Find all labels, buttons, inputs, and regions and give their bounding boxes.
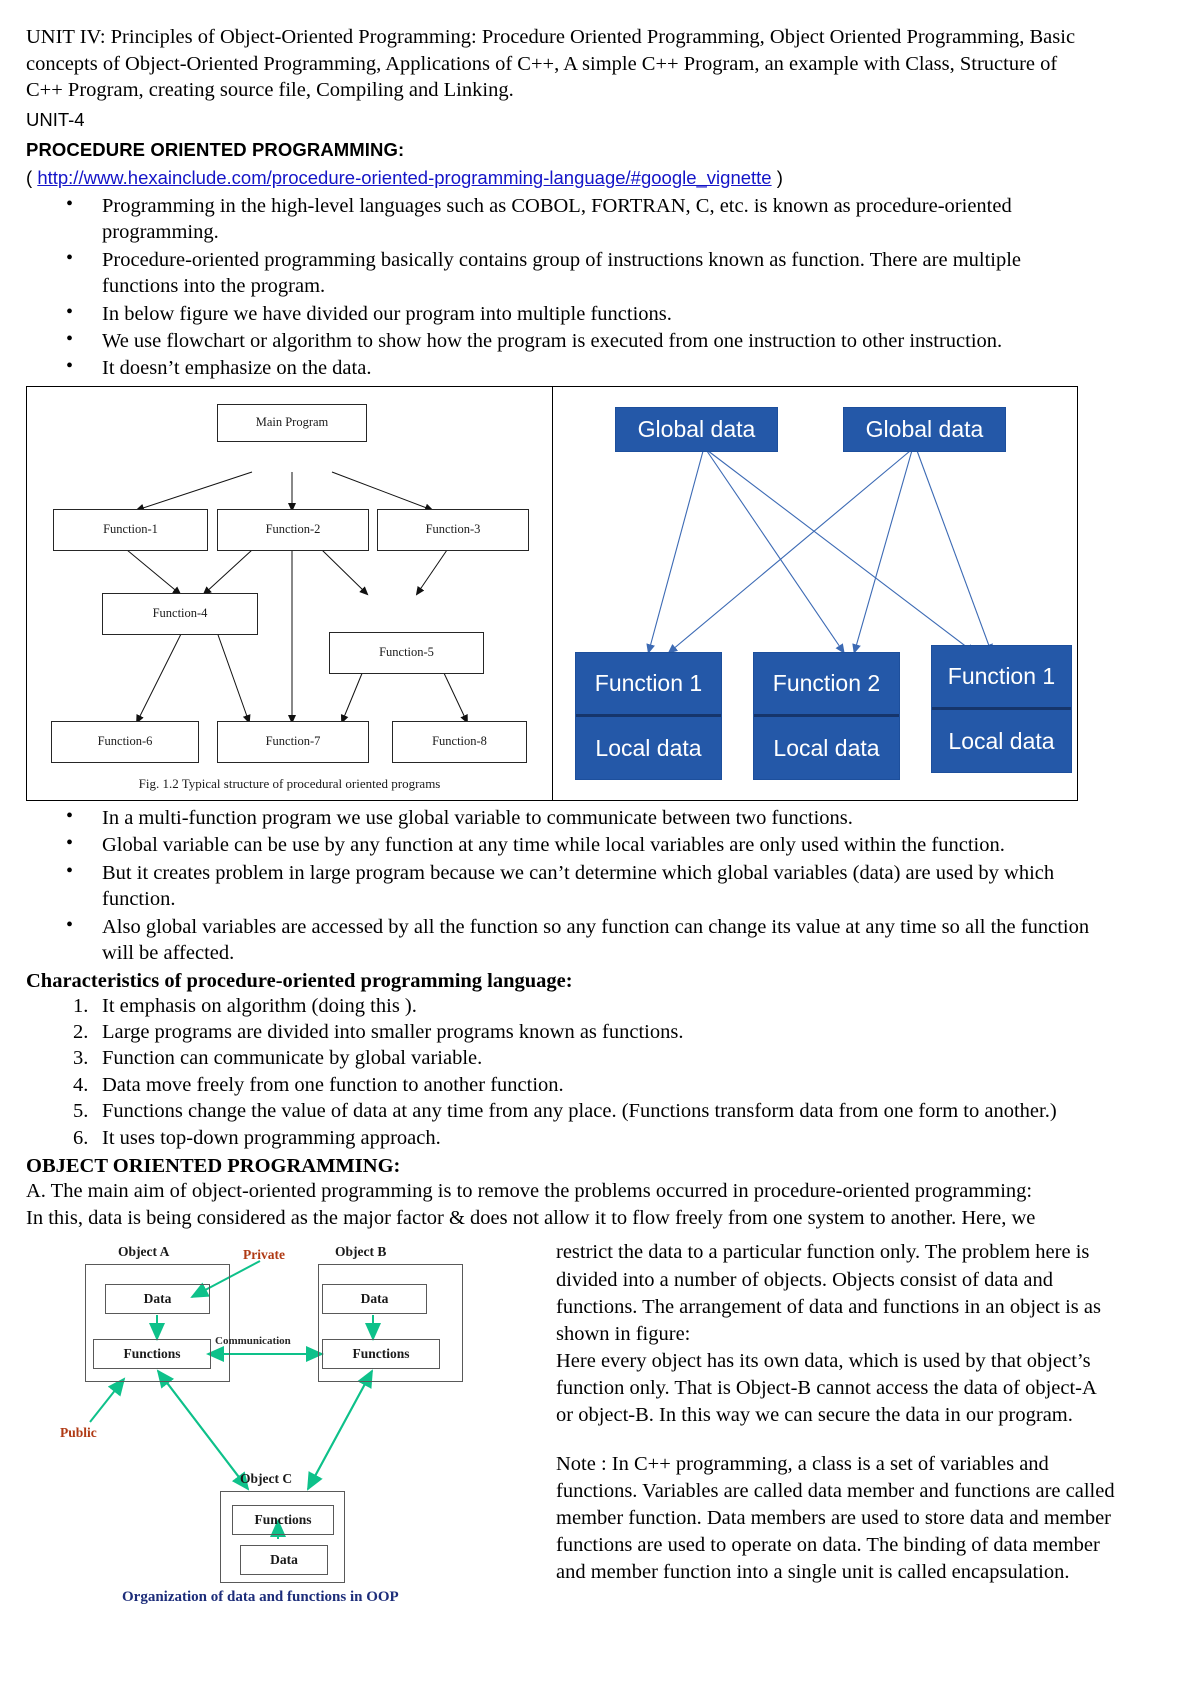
list-item: But it creates problem in large program … [26, 859, 1102, 913]
function-title: Function 1 [947, 663, 1056, 690]
local-data-label: Local data [773, 734, 880, 761]
figure-caption-procedural: Fig. 1.2 Typical structure of procedural… [138, 775, 441, 791]
section-title-object-oriented: OBJECT ORIENTED PROGRAMMING: [26, 1155, 401, 1178]
node-function-8: Function-8 [392, 720, 527, 763]
node-function-6: Function-6 [51, 720, 199, 763]
characteristics-title: Characteristics of procedure-oriented pr… [26, 969, 573, 992]
node-function-1: Function-1 [53, 508, 208, 551]
list-item: Function can communicate by global varia… [73, 1045, 483, 1072]
local-data-label: Local data [595, 734, 702, 761]
node-function-7: Function-7 [217, 720, 369, 763]
object-c-label: Object C [240, 1471, 293, 1487]
function-box-1: Function 1 Local data [575, 651, 722, 780]
list-item: Functions change the value of data at an… [73, 1098, 1057, 1125]
function-title: Function 1 [594, 670, 703, 697]
object-b-data-box: Data [322, 1284, 427, 1315]
function-title-cell: Function 1 [932, 646, 1071, 711]
object-c-functions-box: Functions [232, 1505, 334, 1536]
oop-paragraph-a: A. The main aim of object-oriented progr… [26, 1180, 1033, 1203]
right-paragraph-2: Here every object has its own data, whic… [556, 1349, 1096, 1426]
figure-oop-organization: Object A Data Functions Object B Data Fu… [60, 1239, 530, 1605]
list-item: It uses top-down programming approach. [73, 1125, 441, 1152]
data-label: Data [143, 1291, 172, 1307]
functions-label: Functions [254, 1512, 312, 1528]
local-data-cell: Local data [932, 710, 1071, 772]
unit-intro-paragraph: UNIT IV: Principles of Object-Oriented P… [26, 26, 1076, 102]
node-label: Function-4 [152, 606, 208, 621]
node-label: Main Program [255, 415, 329, 430]
local-data-cell: Local data [754, 717, 899, 779]
communication-label: Communication [215, 1335, 291, 1348]
list-item: Large programs are divided into smaller … [73, 1019, 684, 1046]
object-a-data-box: Data [105, 1284, 210, 1315]
node-label: Function-8 [432, 734, 487, 749]
list-item: Global variable can be use by any functi… [26, 831, 1102, 858]
document-page: UNIT IV: Principles of Object-Oriented P… [0, 0, 1200, 1605]
global-data-label: Global data [865, 415, 984, 442]
private-label: Private [243, 1247, 285, 1263]
list-item: Programming in the high-level languages … [26, 192, 1102, 246]
data-label: Data [360, 1291, 389, 1307]
section-title-procedure-oriented: PROCEDURE ORIENTED PROGRAMMING: [26, 138, 405, 160]
node-function-4: Function-4 [102, 592, 258, 635]
list-item: We use flowchart or algorithm to show ho… [26, 327, 1102, 354]
function-title: Function 2 [772, 670, 881, 697]
node-label: Function-7 [265, 734, 321, 749]
url-open-paren: ( [26, 166, 38, 188]
node-label: Function-5 [379, 645, 434, 660]
node-label: Function-1 [103, 522, 158, 537]
global-data-label: Global data [637, 415, 756, 442]
characteristics-list: It emphasis on algorithm (doing this ). … [26, 993, 1174, 1152]
node-function-5: Function-5 [329, 631, 484, 674]
node-label: Function-2 [265, 522, 321, 537]
bullet-list-after-figure: In a multi-function program we use globa… [26, 804, 1174, 967]
bottom-two-column-area: Object A Data Functions Object B Data Fu… [26, 1239, 1174, 1605]
unit-label: UNIT-4 [26, 108, 85, 130]
data-label: Data [270, 1552, 298, 1568]
list-item: Also global variables are accessed by al… [26, 913, 1102, 967]
figure-global-data-structure: Global data Global data Function 1 Local… [553, 387, 1077, 800]
list-item: In a multi-function program we use globa… [26, 804, 1102, 831]
local-data-label: Local data [948, 727, 1055, 754]
list-item: It emphasis on algorithm (doing this ). [73, 993, 417, 1020]
function-title-cell: Function 2 [754, 653, 899, 718]
list-item: Data move freely from one function to an… [73, 1072, 564, 1099]
node-label: Function-6 [97, 734, 153, 749]
oop-paragraph-b: In this, data is being considered as the… [26, 1206, 1036, 1229]
functions-label: Functions [352, 1346, 410, 1362]
list-item: It doesn’t emphasize on the data. [26, 354, 1102, 381]
object-a-functions-box: Functions [93, 1339, 211, 1370]
right-paragraph-1: restrict the data to a particular functi… [556, 1241, 1101, 1345]
functions-label: Functions [123, 1346, 181, 1362]
function-title-cell: Function 1 [576, 653, 721, 718]
node-function-2: Function-2 [217, 508, 369, 551]
figure-procedural-structure: Main Program Function-1 Function-2 Funct… [27, 386, 553, 800]
local-data-cell: Local data [576, 717, 721, 779]
url-close-paren: ) [771, 166, 783, 188]
public-label: Public [60, 1425, 97, 1441]
source-url-line: ( http://www.hexainclude.com/procedure-o… [26, 167, 1174, 189]
figure-caption-oop: Organization of data and functions in OO… [122, 1589, 399, 1606]
right-paragraph-3: Note : In C++ programming, a class is a … [556, 1452, 1115, 1583]
oop-right-text-column: restrict the data to a particular functi… [556, 1239, 1116, 1586]
source-url-link[interactable]: http://www.hexainclude.com/procedure-ori… [37, 167, 771, 188]
node-label: Function-3 [425, 522, 481, 537]
bullet-list-top: Programming in the high-level languages … [26, 192, 1174, 382]
object-a-label: Object A [118, 1244, 170, 1260]
node-function-3: Function-3 [377, 508, 529, 551]
global-data-box-left: Global data [615, 406, 778, 452]
node-main-program: Main Program [217, 403, 367, 442]
figure-block-procedural-and-global: Main Program Function-1 Function-2 Funct… [26, 385, 1078, 801]
object-b-functions-box: Functions [322, 1339, 440, 1370]
object-c-data-box: Data [240, 1545, 328, 1576]
list-item: Procedure-oriented programming basically… [26, 246, 1102, 300]
function-box-2: Function 2 Local data [753, 651, 900, 780]
list-item: In below figure we have divided our prog… [26, 300, 1102, 327]
object-b-label: Object B [335, 1244, 387, 1260]
function-box-3: Function 1 Local data [931, 644, 1072, 773]
global-data-box-right: Global data [843, 406, 1006, 452]
